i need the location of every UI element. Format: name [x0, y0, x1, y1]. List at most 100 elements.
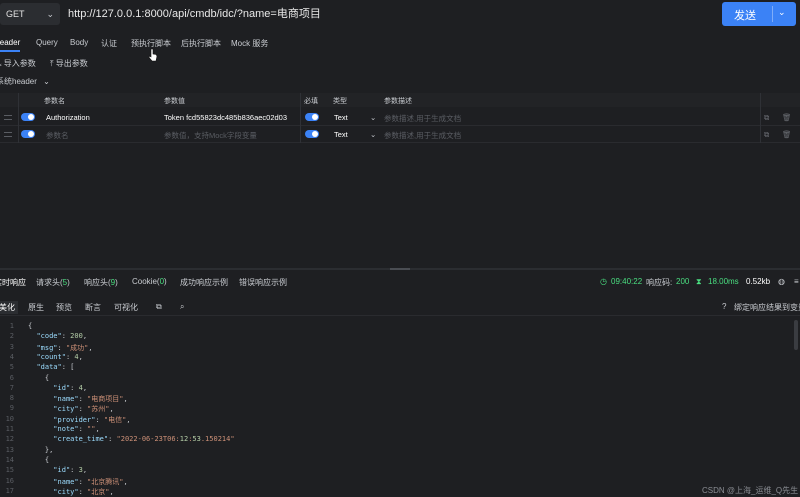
- code-line: "create_time": "2022-06-23T06:12:53.1502…: [53, 435, 235, 444]
- line-number: 9: [9, 404, 14, 413]
- view-preview[interactable]: 预览: [56, 302, 72, 313]
- chevron-down-icon[interactable]: ⌄: [370, 130, 376, 139]
- chevron-down-icon: ⌄: [46, 9, 54, 19]
- table-row: 参数名 参数值，支持Mock字段变量 Text ⌄ 参数描述,用于生成文档 ⧉ …: [0, 126, 800, 143]
- method-select[interactable]: GET ⌄: [0, 3, 60, 25]
- chevron-down-icon[interactable]: ⌄: [370, 113, 376, 122]
- tab-success-example[interactable]: 成功响应示例: [180, 277, 228, 288]
- copy-icon[interactable]: ⧉: [764, 113, 769, 123]
- line-number: 5: [9, 363, 14, 372]
- type-select[interactable]: Text: [334, 113, 348, 122]
- line-number: 14: [5, 455, 14, 464]
- export-params-button[interactable]: ⤒ 导出参数: [50, 58, 88, 69]
- copy-icon[interactable]: ⧉: [156, 302, 162, 312]
- col-description: 参数描述: [384, 98, 412, 105]
- bind-response-button[interactable]: 绑定响应结果到变量: [734, 302, 800, 313]
- description-input[interactable]: 参数描述,用于生成文档: [384, 113, 461, 124]
- chevron-down-icon[interactable]: ⌄: [778, 7, 786, 18]
- code-line: "msg": "成功",: [36, 343, 93, 352]
- cookie-count: 0: [159, 277, 165, 286]
- copy-icon[interactable]: ⧉: [764, 130, 769, 140]
- line-number: 2: [9, 332, 14, 341]
- tab-request-headers[interactable]: 请求头(5): [36, 277, 70, 288]
- param-name-input[interactable]: 参数名: [46, 130, 69, 141]
- system-header-toggle[interactable]: 系统header ⌄: [0, 76, 50, 87]
- tab-body[interactable]: Body: [70, 38, 88, 47]
- code-line: },: [28, 445, 54, 454]
- status-code-label: 响应码:: [646, 278, 673, 287]
- col-param-name: 参数名: [44, 98, 65, 105]
- import-params-button[interactable]: ⤓ 导入参数: [0, 58, 36, 69]
- type-select[interactable]: Text: [334, 130, 348, 139]
- param-value-input[interactable]: 参数值，支持Mock字段变量: [164, 130, 298, 141]
- line-number: 16: [5, 476, 14, 485]
- resize-grip-icon[interactable]: [390, 268, 410, 270]
- send-button[interactable]: 发送 ⌄: [722, 2, 796, 26]
- tab-mock[interactable]: Mock 服务: [231, 38, 268, 49]
- trash-icon[interactable]: 🗑: [782, 130, 792, 139]
- tab-auth[interactable]: 认证: [101, 38, 117, 49]
- method-value: GET: [6, 9, 25, 19]
- line-number: 7: [9, 383, 14, 392]
- url-input[interactable]: http://127.0.0.1:8000/api/cmdb/idc/?name…: [62, 3, 716, 25]
- line-number: 6: [9, 373, 14, 382]
- param-value-input[interactable]: Token fcd55823dc485b836aec02d03: [164, 113, 298, 122]
- req-headers-label: 请求头: [36, 278, 60, 287]
- hourglass-icon: ⧗: [696, 277, 702, 286]
- tab-realtime-response[interactable]: 实时响应: [0, 277, 26, 288]
- download-icon: ⤓: [0, 59, 2, 68]
- mouse-cursor-icon: [148, 48, 158, 62]
- line-number: 4: [9, 352, 14, 361]
- tab-query[interactable]: Query: [36, 38, 58, 47]
- line-number: 10: [5, 414, 14, 423]
- code-line: "note": "",: [53, 425, 100, 433]
- drag-handle-icon[interactable]: [4, 115, 12, 120]
- view-raw[interactable]: 原生: [28, 302, 44, 313]
- response-body-viewer[interactable]: 1 {2 "code": 200, 3 "msg": "成功", 4 "count":…: [0, 320, 800, 497]
- line-number: 1: [9, 322, 14, 330]
- globe-icon[interactable]: ◍: [778, 277, 785, 286]
- code-line: "name": "电商项目",: [53, 395, 128, 404]
- url-bar: GET ⌄ http://127.0.0.1:8000/api/cmdb/idc…: [0, 0, 800, 30]
- tab-response-headers[interactable]: 响应头(9): [84, 277, 118, 288]
- row-enable-toggle[interactable]: [21, 130, 35, 138]
- watermark: CSDN @上海_运维_Q先生: [702, 486, 799, 495]
- row-enable-toggle[interactable]: [21, 113, 35, 121]
- line-number: 11: [5, 425, 14, 433]
- tab-error-example[interactable]: 错误响应示例: [239, 277, 287, 288]
- col-required: 必填: [304, 98, 318, 105]
- upload-icon: ⤒: [50, 59, 54, 68]
- trash-icon[interactable]: 🗑: [782, 113, 792, 122]
- status-code: 200: [676, 277, 690, 286]
- line-number: 8: [9, 394, 14, 403]
- response-duration: 18.00ms: [708, 277, 739, 286]
- export-label: 导出参数: [55, 59, 88, 68]
- code-line: "count": 4,: [36, 352, 83, 361]
- send-label: 发送: [734, 10, 756, 22]
- view-beautify[interactable]: 美化: [0, 301, 18, 314]
- response-size: 0.52kb: [746, 277, 771, 286]
- column-divider: [300, 93, 301, 143]
- tab-cookie[interactable]: Cookie(0): [132, 277, 167, 286]
- params-table-header: 参数名 参数值 必填 类型 参数描述: [0, 93, 800, 107]
- view-assert[interactable]: 断言: [85, 302, 101, 313]
- required-toggle[interactable]: [305, 130, 319, 138]
- tab-post-script[interactable]: 后执行脚本: [181, 38, 221, 49]
- drag-handle-icon[interactable]: [4, 132, 12, 137]
- line-number: 15: [5, 466, 14, 475]
- pane-resizer[interactable]: [0, 268, 800, 270]
- search-icon[interactable]: ⌕: [180, 302, 184, 312]
- view-visualize[interactable]: 可视化: [114, 302, 138, 313]
- send-divider: [772, 6, 773, 22]
- required-toggle[interactable]: [305, 113, 319, 121]
- clock-icon: ◷: [600, 277, 607, 286]
- menu-icon[interactable]: ≡: [794, 277, 799, 286]
- param-name-input[interactable]: Authorization: [46, 113, 90, 122]
- help-icon: ?: [722, 302, 727, 311]
- scrollbar[interactable]: [794, 320, 798, 350]
- line-number: 13: [5, 445, 14, 454]
- code-line: "name": "北京腾讯",: [53, 477, 128, 486]
- chevron-down-icon: ⌄: [43, 77, 50, 86]
- description-input[interactable]: 参数描述,用于生成文档: [384, 130, 461, 141]
- tab-header[interactable]: Header: [0, 38, 21, 52]
